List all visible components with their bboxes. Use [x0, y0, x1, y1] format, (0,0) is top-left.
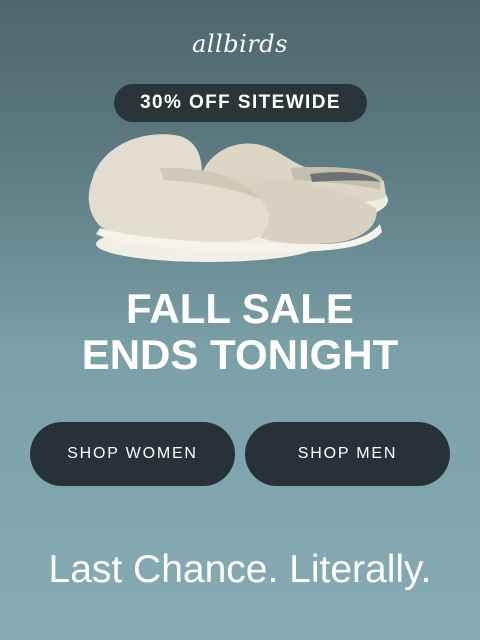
sale-headline: FALL SALE ENDS TONIGHT	[0, 286, 480, 378]
slipper-clogs-image	[88, 134, 388, 262]
headline-line-2: ENDS TONIGHT	[81, 331, 399, 378]
brand-logo[interactable]: allbirds	[0, 30, 480, 58]
tagline: Last Chance. Literally.	[48, 548, 432, 591]
headline-line-1: FALL SALE	[126, 285, 354, 332]
shop-men-button[interactable]: SHOP MEN	[245, 422, 450, 486]
shop-women-button[interactable]: SHOP WOMEN	[30, 422, 235, 486]
